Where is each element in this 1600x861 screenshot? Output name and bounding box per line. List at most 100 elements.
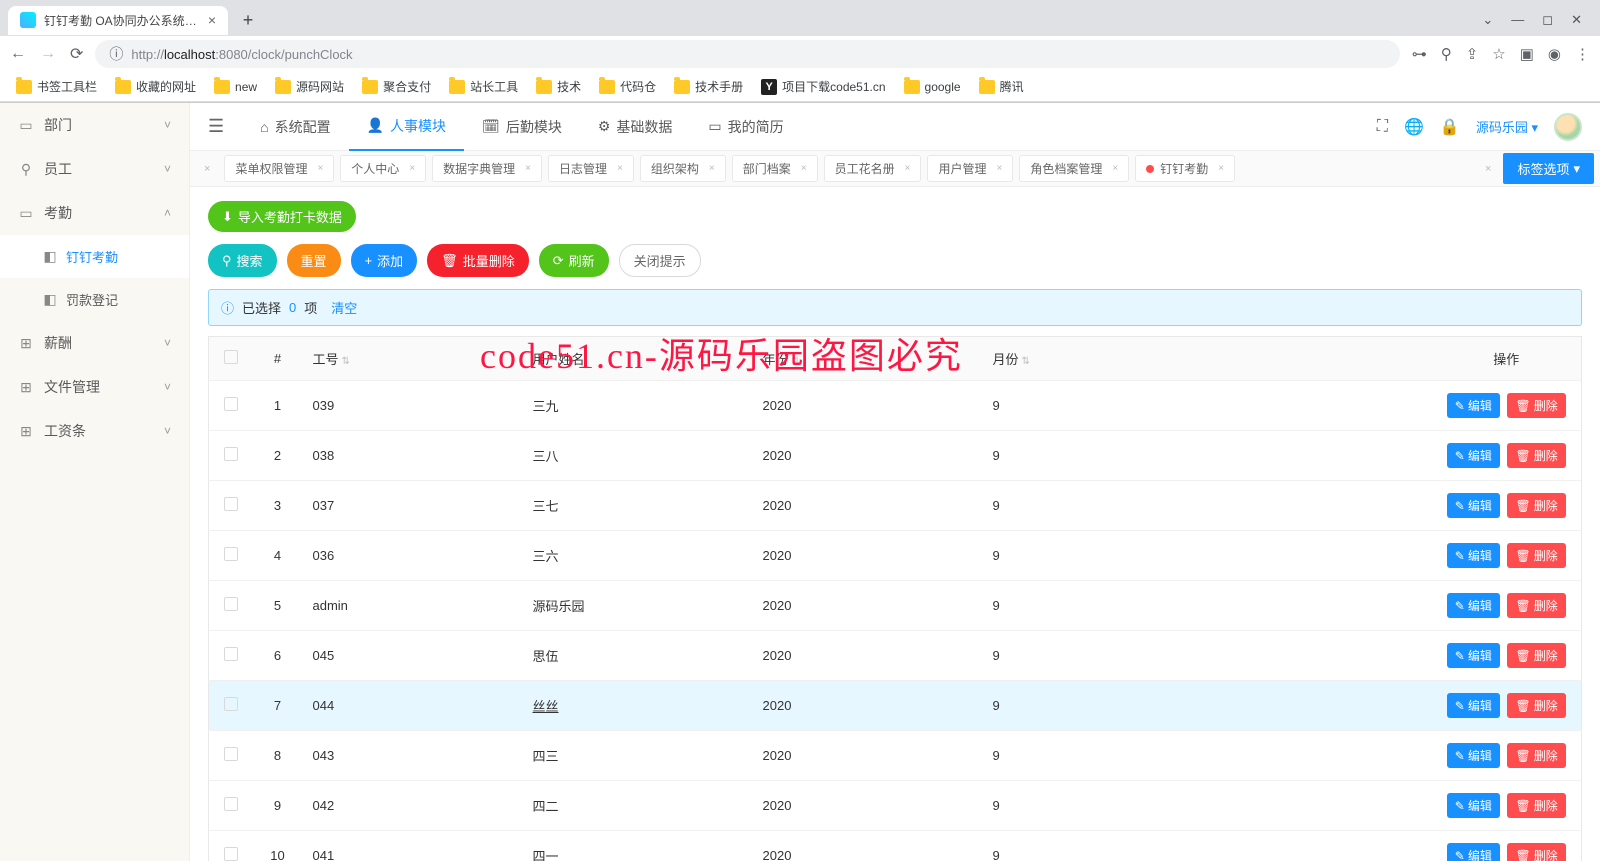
browser-tab[interactable]: 钉钉考勤 OA协同办公系统 ⊕ ×: [8, 6, 228, 35]
close-icon[interactable]: ×: [525, 163, 531, 174]
bookmark-item[interactable]: Y项目下载code51.cn: [755, 75, 891, 98]
star-icon[interactable]: ☆: [1492, 45, 1505, 63]
row-checkbox[interactable]: [224, 797, 238, 811]
bookmark-item[interactable]: 书签工具栏: [10, 75, 103, 98]
bookmark-item[interactable]: new: [208, 77, 263, 97]
row-checkbox[interactable]: [224, 547, 238, 561]
edit-button[interactable]: ✎ 编辑: [1447, 543, 1500, 568]
extensions-icon[interactable]: ▣: [1520, 45, 1534, 63]
sidebar-subitem[interactable]: ◧罚款登记: [0, 278, 189, 321]
sidebar-item[interactable]: ⊞薪酬˅: [0, 321, 189, 365]
row-checkbox[interactable]: [224, 847, 238, 861]
forward-icon[interactable]: →: [40, 45, 56, 63]
page-tab[interactable]: 钉钉考勤×: [1135, 155, 1235, 182]
add-button[interactable]: +添加: [351, 244, 418, 277]
row-checkbox[interactable]: [224, 647, 238, 661]
sidebar-item[interactable]: ⊞工资条˅: [0, 409, 189, 453]
close-window-icon[interactable]: ✕: [1571, 12, 1582, 28]
edit-button[interactable]: ✎ 编辑: [1447, 593, 1500, 618]
refresh-button[interactable]: ⟳刷新: [539, 244, 609, 277]
delete-button[interactable]: 🗑 删除: [1507, 693, 1565, 718]
bookmark-item[interactable]: 腾讯: [973, 75, 1030, 98]
close-icon[interactable]: ×: [1479, 163, 1497, 175]
page-tab[interactable]: 组织架构×: [640, 155, 726, 182]
url-input[interactable]: ⓘ http://localhost:8080/clock/punchClock: [95, 40, 1399, 68]
col-index[interactable]: #: [253, 337, 303, 381]
clear-selection-link[interactable]: 清空: [331, 298, 357, 317]
delete-button[interactable]: 🗑 删除: [1507, 793, 1565, 818]
fullscreen-icon[interactable]: ⛶: [1377, 118, 1388, 136]
delete-button[interactable]: 🗑 删除: [1507, 593, 1565, 618]
bookmark-item[interactable]: 聚合支付: [356, 75, 437, 98]
edit-button[interactable]: ✎ 编辑: [1447, 393, 1500, 418]
bookmark-item[interactable]: 收藏的网址: [109, 75, 202, 98]
share-icon[interactable]: ⇪: [1466, 45, 1479, 63]
page-tab[interactable]: 数据字典管理×: [432, 155, 542, 182]
tag-options-button[interactable]: 标签选项▾: [1503, 153, 1594, 184]
top-menu-item[interactable]: ⚙基础数据: [580, 103, 691, 151]
close-icon[interactable]: ×: [617, 163, 623, 174]
reset-button[interactable]: 重置: [287, 244, 341, 277]
row-checkbox[interactable]: [224, 447, 238, 461]
search-icon[interactable]: ⚲: [1441, 45, 1452, 63]
delete-button[interactable]: 🗑 删除: [1507, 493, 1565, 518]
bookmark-item[interactable]: 站长工具: [443, 75, 524, 98]
page-tab[interactable]: 角色档案管理×: [1019, 155, 1129, 182]
close-icon[interactable]: ×: [409, 163, 415, 174]
row-checkbox[interactable]: [224, 497, 238, 511]
globe-icon[interactable]: 🌐: [1404, 117, 1424, 137]
key-icon[interactable]: ⊶: [1412, 45, 1427, 63]
site-info-icon[interactable]: ⓘ: [109, 44, 123, 64]
edit-button[interactable]: ✎ 编辑: [1447, 693, 1500, 718]
col-empno[interactable]: 工号⇅: [303, 337, 523, 381]
maximize-icon[interactable]: ◻: [1542, 12, 1553, 28]
top-menu-item[interactable]: ▭我的简历: [690, 103, 801, 151]
col-month[interactable]: 月份⇅: [983, 337, 1432, 381]
close-icon[interactable]: ×: [996, 163, 1002, 174]
new-tab-button[interactable]: +: [236, 10, 260, 31]
edit-button[interactable]: ✎ 编辑: [1447, 843, 1500, 861]
bookmark-item[interactable]: google: [898, 77, 967, 97]
close-icon[interactable]: ×: [208, 12, 216, 28]
page-tab[interactable]: 日志管理×: [548, 155, 634, 182]
sidebar-subitem[interactable]: ◧钉钉考勤: [0, 235, 189, 278]
bookmark-item[interactable]: 技术手册: [668, 75, 749, 98]
bookmark-item[interactable]: 技术: [530, 75, 587, 98]
sidebar-item[interactable]: ▭考勤˄: [0, 191, 189, 235]
edit-button[interactable]: ✎ 编辑: [1447, 643, 1500, 668]
edit-button[interactable]: ✎ 编辑: [1447, 743, 1500, 768]
search-button[interactable]: ⚲搜索: [208, 244, 277, 277]
row-checkbox[interactable]: [224, 697, 238, 711]
close-icon[interactable]: ×: [196, 163, 218, 175]
delete-button[interactable]: 🗑 删除: [1507, 843, 1565, 861]
back-icon[interactable]: ←: [10, 45, 26, 63]
close-tip-button[interactable]: 关闭提示: [619, 244, 701, 277]
close-icon[interactable]: ×: [801, 163, 807, 174]
page-tab[interactable]: 员工花名册×: [824, 155, 922, 182]
sidebar-item[interactable]: ▭部门˅: [0, 103, 189, 147]
page-tab[interactable]: 用户管理×: [927, 155, 1013, 182]
delete-button[interactable]: 🗑 删除: [1507, 443, 1565, 468]
user-dropdown[interactable]: 源码乐园 ▾: [1476, 117, 1538, 136]
import-button[interactable]: ⬇导入考勤打卡数据: [208, 201, 356, 232]
row-checkbox[interactable]: [224, 597, 238, 611]
profile-icon[interactable]: ◉: [1548, 45, 1561, 63]
minimize-icon[interactable]: —: [1511, 12, 1524, 28]
close-icon[interactable]: ×: [709, 163, 715, 174]
edit-button[interactable]: ✎ 编辑: [1447, 493, 1500, 518]
row-checkbox[interactable]: [224, 747, 238, 761]
close-icon[interactable]: ×: [1218, 163, 1224, 174]
col-year[interactable]: 年份⇅: [753, 337, 983, 381]
delete-button[interactable]: 🗑 删除: [1507, 643, 1565, 668]
top-menu-item[interactable]: ⌂系统配置: [242, 103, 348, 151]
chevron-down-icon[interactable]: ⌄: [1482, 12, 1493, 28]
delete-button[interactable]: 🗑 删除: [1507, 543, 1565, 568]
avatar[interactable]: [1554, 113, 1582, 141]
bookmark-item[interactable]: 源码网站: [269, 75, 350, 98]
sidebar-item[interactable]: ⊞文件管理˅: [0, 365, 189, 409]
edit-button[interactable]: ✎ 编辑: [1447, 443, 1500, 468]
menu-icon[interactable]: ⋮: [1575, 45, 1590, 63]
page-tab[interactable]: 个人中心×: [340, 155, 426, 182]
close-icon[interactable]: ×: [317, 163, 323, 174]
close-icon[interactable]: ×: [1112, 163, 1118, 174]
